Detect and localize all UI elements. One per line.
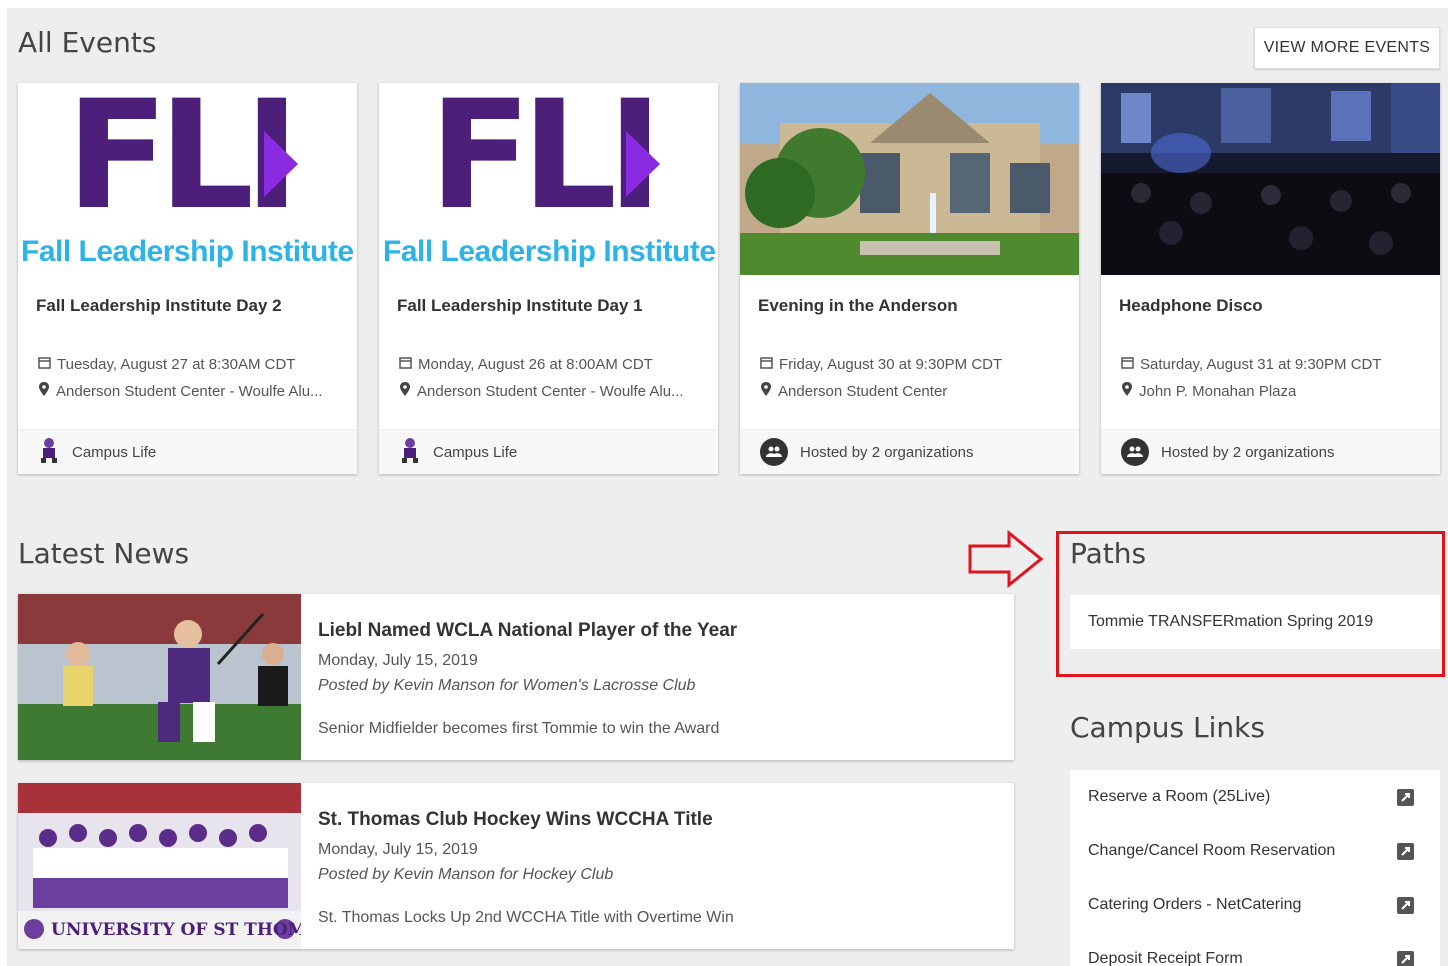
event-datetime: Friday, August 30 at 9:30PM CDT bbox=[760, 356, 1065, 373]
news-summary: St. Thomas Locks Up 2nd WCCHA Title with… bbox=[318, 909, 734, 926]
event-card[interactable]: FLI Fall Leadership Institute Fall Leade… bbox=[18, 83, 357, 474]
event-host[interactable]: Hosted by 2 organizations bbox=[740, 429, 1079, 474]
event-title: Headphone Disco bbox=[1119, 296, 1263, 315]
news-section-title: Latest News bbox=[18, 537, 190, 570]
news-date: Monday, July 15, 2019 bbox=[318, 841, 478, 858]
events-section-title: All Events bbox=[18, 26, 157, 59]
organizations-icon bbox=[1121, 438, 1149, 466]
campus-link-catering[interactable]: Catering Orders - NetCatering bbox=[1070, 878, 1440, 932]
event-card[interactable]: Headphone Disco Saturday, August 31 at 9… bbox=[1101, 83, 1440, 474]
campus-life-logo-icon bbox=[399, 436, 421, 468]
event-image-fli: FLI Fall Leadership Institute bbox=[379, 83, 718, 275]
event-title: Fall Leadership Institute Day 2 bbox=[36, 296, 282, 315]
campus-link-reserve-room[interactable]: Reserve a Room (25Live) bbox=[1070, 770, 1440, 824]
event-image-disco-photo bbox=[1101, 83, 1440, 275]
calendar-icon bbox=[399, 356, 412, 373]
event-title: Fall Leadership Institute Day 1 bbox=[397, 296, 643, 315]
news-summary: Senior Midfielder becomes first Tommie t… bbox=[318, 720, 720, 737]
campus-link-deposit-receipt[interactable]: Deposit Receipt Form bbox=[1070, 932, 1440, 966]
annotation-arrow-icon bbox=[968, 530, 1044, 589]
event-location: Anderson Student Center - Woulfe Alu... bbox=[399, 382, 704, 400]
external-link-icon bbox=[1397, 842, 1414, 860]
event-image-building-photo bbox=[740, 83, 1079, 275]
view-more-events-button[interactable]: VIEW MORE EVENTS bbox=[1254, 27, 1440, 69]
campus-links-title: Campus Links bbox=[1070, 711, 1265, 744]
event-host[interactable]: Campus Life bbox=[379, 429, 718, 474]
event-datetime: Monday, August 26 at 8:00AM CDT bbox=[399, 356, 704, 373]
event-card[interactable]: FLI Fall Leadership Institute Fall Leade… bbox=[379, 83, 718, 474]
campus-life-logo-icon bbox=[38, 436, 60, 468]
event-location: Anderson Student Center bbox=[760, 382, 1065, 400]
campus-link-change-cancel[interactable]: Change/Cancel Room Reservation bbox=[1070, 824, 1440, 878]
news-title[interactable]: St. Thomas Club Hockey Wins WCCHA Title bbox=[318, 809, 713, 831]
event-image-fli: FLI Fall Leadership Institute bbox=[18, 83, 357, 275]
event-datetime: Saturday, August 31 at 9:30PM CDT bbox=[1121, 356, 1426, 373]
news-item[interactable]: UNIVERSITY OF ST THOMAS St. Thomas Club … bbox=[18, 783, 1014, 949]
news-posted-by: Posted by Kevin Manson for Women's Lacro… bbox=[318, 677, 696, 694]
news-image-lacrosse-photo bbox=[18, 594, 301, 760]
campus-links-list: Reserve a Room (25Live) Change/Cancel Ro… bbox=[1070, 770, 1440, 966]
calendar-icon bbox=[38, 356, 51, 373]
fli-logo-subtitle: Fall Leadership Institute bbox=[21, 235, 354, 268]
map-pin-icon bbox=[38, 382, 50, 400]
event-location: John P. Monahan Plaza bbox=[1121, 382, 1426, 400]
fli-logo-letters: FLI bbox=[429, 83, 663, 243]
news-posted-by: Posted by Kevin Manson for Hockey Club bbox=[318, 866, 614, 883]
fli-play-triangle-icon bbox=[264, 131, 298, 197]
map-pin-icon bbox=[760, 382, 772, 400]
external-link-icon bbox=[1397, 788, 1414, 806]
fli-logo-subtitle: Fall Leadership Institute bbox=[383, 235, 716, 268]
calendar-icon bbox=[760, 356, 773, 373]
event-host-name: Hosted by 2 organizations bbox=[800, 443, 974, 461]
event-card[interactable]: Evening in the Anderson Friday, August 3… bbox=[740, 83, 1079, 474]
news-title[interactable]: Liebl Named WCLA National Player of the … bbox=[318, 620, 737, 642]
external-link-icon bbox=[1397, 950, 1414, 966]
fli-logo-letters: FLI bbox=[66, 83, 300, 243]
map-pin-icon bbox=[399, 382, 411, 400]
event-datetime: Tuesday, August 27 at 8:30AM CDT bbox=[38, 356, 343, 373]
external-link-icon bbox=[1397, 896, 1414, 914]
news-image-banner: UNIVERSITY OF ST THOMAS bbox=[51, 920, 301, 940]
event-host-name: Campus Life bbox=[72, 443, 157, 461]
event-host-name: Campus Life bbox=[433, 443, 518, 461]
event-location: Anderson Student Center - Woulfe Alu... bbox=[38, 382, 343, 400]
annotation-highlight-box bbox=[1056, 531, 1445, 677]
event-host[interactable]: Hosted by 2 organizations bbox=[1101, 429, 1440, 474]
event-host[interactable]: Campus Life bbox=[18, 429, 357, 474]
fli-play-triangle-icon bbox=[626, 131, 660, 197]
organizations-icon bbox=[760, 438, 788, 466]
map-pin-icon bbox=[1121, 382, 1133, 400]
news-date: Monday, July 15, 2019 bbox=[318, 652, 478, 669]
news-item[interactable]: Liebl Named WCLA National Player of the … bbox=[18, 594, 1014, 760]
event-host-name: Hosted by 2 organizations bbox=[1161, 443, 1335, 461]
calendar-icon bbox=[1121, 356, 1134, 373]
news-image-hockey-team-photo: UNIVERSITY OF ST THOMAS bbox=[18, 783, 301, 949]
event-title: Evening in the Anderson bbox=[758, 296, 958, 315]
